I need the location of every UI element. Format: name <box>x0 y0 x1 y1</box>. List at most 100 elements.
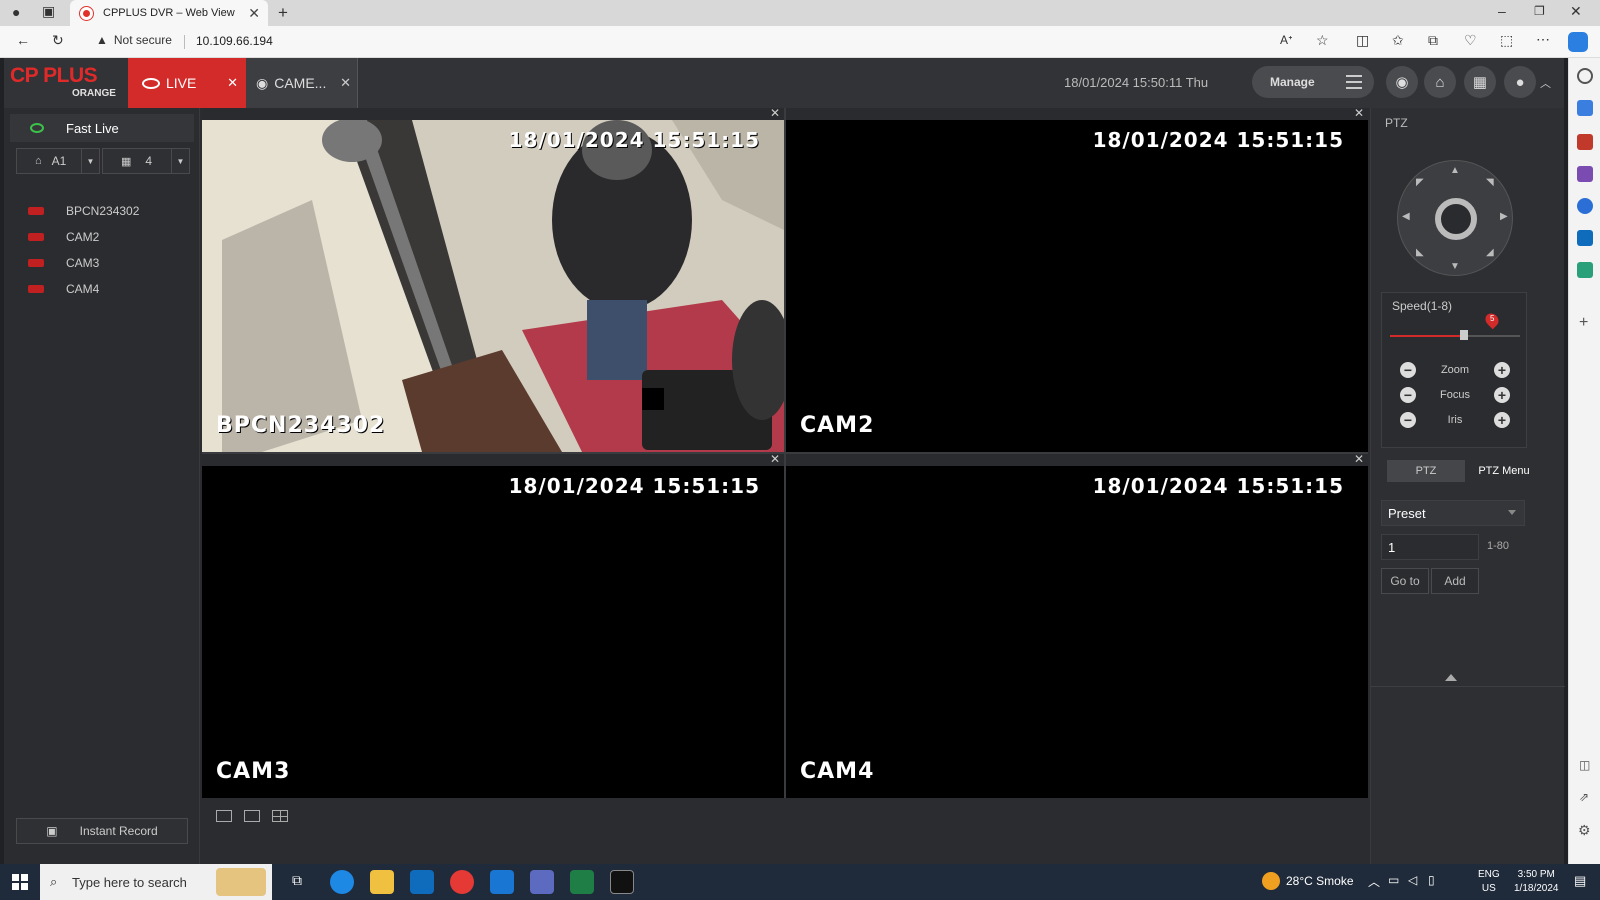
browser-essentials-icon[interactable]: ♡ <box>1464 32 1477 49</box>
settings-gear-icon[interactable]: ⚙ <box>1578 822 1591 839</box>
file-explorer-icon[interactable] <box>370 870 394 894</box>
preset-select[interactable]: Preset <box>1381 500 1525 526</box>
chrome-app-icon[interactable] <box>450 870 474 894</box>
close-camera-tab-icon[interactable]: ✕ <box>340 75 351 91</box>
drop-icon[interactable] <box>1577 262 1593 278</box>
excel-app-icon[interactable] <box>570 870 594 894</box>
close-tile-icon[interactable]: ✕ <box>1354 108 1364 120</box>
sidebar-toggle-icon[interactable]: ◫ <box>1579 758 1590 772</box>
channel-dropdown-icon[interactable]: ▼ <box>81 149 99 173</box>
security-warning[interactable]: ▲ Not secure <box>96 33 172 47</box>
iris-minus-button[interactable]: − <box>1400 412 1416 428</box>
taskbar-search[interactable]: ⌕ Type here to search <box>40 864 272 900</box>
windows-start-icon[interactable] <box>12 874 28 890</box>
close-window-icon[interactable]: ✕ <box>1570 3 1582 20</box>
minimize-icon[interactable]: – <box>1498 3 1506 19</box>
pan-up-left-icon[interactable]: ◤ <box>1416 177 1424 188</box>
tab-ptz-menu[interactable]: PTZ Menu <box>1465 460 1543 482</box>
read-aloud-icon[interactable]: Aᐩ <box>1280 33 1293 47</box>
close-tile-icon[interactable]: ✕ <box>1354 454 1364 466</box>
tab-ptz[interactable]: PTZ <box>1387 460 1465 482</box>
microsoft365-icon[interactable] <box>1577 198 1593 214</box>
pan-down-icon[interactable]: ▼ <box>1450 261 1460 272</box>
profile-icon[interactable]: ● <box>12 4 20 20</box>
split-screen-icon[interactable]: ◫ <box>1356 32 1369 49</box>
pan-down-right-icon[interactable]: ◢ <box>1486 247 1494 258</box>
taskbar-clock[interactable]: 3:50 PM 1/18/2024 <box>1514 868 1559 896</box>
speed-slider[interactable] <box>1390 335 1520 337</box>
network-icon[interactable]: ▭ <box>1388 873 1399 887</box>
outlook-icon[interactable] <box>1577 230 1593 246</box>
camera-list-item[interactable]: CAM2 <box>28 230 99 244</box>
user-icon[interactable]: ● <box>1504 66 1536 98</box>
ptz-direction-dial[interactable]: ▲ ▼ ◀ ▶ ◤ ◥ ◣ ◢ <box>1397 160 1513 276</box>
close-live-tab-icon[interactable]: ✕ <box>227 75 238 91</box>
notifications-icon[interactable]: ▤ <box>1574 873 1586 889</box>
speed-slider-thumb[interactable] <box>1460 330 1469 340</box>
games-icon[interactable] <box>1577 166 1593 182</box>
more-menu-icon[interactable]: ⋯ <box>1536 31 1550 48</box>
video-tile-4[interactable]: ✕ 18/01/2024 15:51:15 CAM4 <box>786 454 1368 798</box>
video-tile-1[interactable]: ✕ 18/01/2024 15:51:15 BPCN234302 <box>202 108 784 452</box>
close-tile-icon[interactable]: ✕ <box>770 454 780 466</box>
favorite-star-icon[interactable]: ☆ <box>1316 32 1329 49</box>
terminal-app-icon[interactable] <box>610 870 634 894</box>
tab-camera[interactable]: ◉ CAME... ✕ <box>246 58 358 108</box>
external-link-icon[interactable]: ⇗ <box>1579 790 1589 804</box>
chevron-up-icon[interactable]: ︿ <box>1540 75 1551 91</box>
zoom-in-button[interactable]: + <box>1494 362 1510 378</box>
instant-record-button[interactable]: ▣ Instant Record <box>16 818 188 844</box>
single-view-icon[interactable] <box>244 810 260 822</box>
battery-icon[interactable]: ▯ <box>1428 873 1435 887</box>
close-tile-icon[interactable]: ✕ <box>770 108 780 120</box>
add-app-icon[interactable]: + <box>1579 314 1588 332</box>
search-icon[interactable] <box>1577 68 1593 84</box>
layout-dropdown-icon[interactable]: ▼ <box>171 149 189 173</box>
language-indicator[interactable]: ENG US <box>1478 868 1500 896</box>
extensions-icon[interactable]: ⬚ <box>1500 32 1513 49</box>
weather-text[interactable]: 28°C Smoke <box>1286 874 1354 888</box>
zoom-out-button[interactable]: − <box>1400 362 1416 378</box>
browser-tab[interactable]: CPPLUS DVR – Web View ✕ <box>70 0 268 26</box>
fast-live-header[interactable]: Fast Live <box>10 114 194 142</box>
video-tile-2[interactable]: ✕ 18/01/2024 15:51:15 CAM2 <box>786 108 1368 452</box>
goto-preset-button[interactable]: Go to <box>1381 568 1429 594</box>
focus-minus-button[interactable]: − <box>1400 387 1416 403</box>
channel-select[interactable]: ⌂ A1 ▼ <box>16 148 100 174</box>
tools-icon[interactable] <box>1577 134 1593 150</box>
collections-icon[interactable]: ⧉ <box>1428 32 1438 49</box>
restore-icon[interactable]: ❐ <box>1534 4 1545 18</box>
focus-plus-button[interactable]: + <box>1494 387 1510 403</box>
add-preset-button[interactable]: Add <box>1431 568 1479 594</box>
video-tile-3[interactable]: ✕ 18/01/2024 15:51:15 CAM3 <box>202 454 784 798</box>
fullscreen-icon[interactable] <box>216 810 232 822</box>
quad-view-icon[interactable] <box>272 810 288 822</box>
refresh-icon[interactable]: ↻ <box>52 32 64 49</box>
live-view-icon[interactable]: ◉ <box>1386 66 1418 98</box>
back-icon[interactable]: ← <box>16 32 30 48</box>
close-tab-icon[interactable]: ✕ <box>248 5 260 22</box>
camera-list-item[interactable]: BPCN234302 <box>28 204 139 218</box>
app-icon[interactable] <box>530 870 554 894</box>
volume-icon[interactable]: ◁ <box>1408 873 1417 887</box>
tab-live[interactable]: LIVE ✕ <box>128 58 246 108</box>
layout-grid-icon[interactable]: ▦ <box>1464 66 1496 98</box>
pan-right-icon[interactable]: ▶ <box>1500 211 1508 222</box>
new-tab-icon[interactable]: + <box>278 3 288 23</box>
edge-app-icon[interactable] <box>330 870 354 894</box>
favorites-icon[interactable]: ✩ <box>1392 32 1404 49</box>
outlook-app-icon[interactable] <box>410 870 434 894</box>
ptz-center-button[interactable] <box>1435 198 1477 240</box>
home-icon[interactable]: ⌂ <box>1424 66 1456 98</box>
layout-select[interactable]: ▦ 4 ▼ <box>102 148 190 174</box>
manage-button[interactable]: Manage <box>1252 66 1374 98</box>
pan-left-icon[interactable]: ◀ <box>1402 211 1410 222</box>
pan-up-right-icon[interactable]: ◥ <box>1486 177 1494 188</box>
tab-actions-icon[interactable]: ▣ <box>42 3 55 20</box>
url-field[interactable]: 10.109.66.194 <box>196 34 273 48</box>
preset-number-input[interactable] <box>1381 534 1479 560</box>
pan-up-icon[interactable]: ▲ <box>1450 165 1460 176</box>
iris-plus-button[interactable]: + <box>1493 412 1510 428</box>
task-view-icon[interactable]: ⧉ <box>292 872 302 889</box>
store-app-icon[interactable] <box>490 870 514 894</box>
